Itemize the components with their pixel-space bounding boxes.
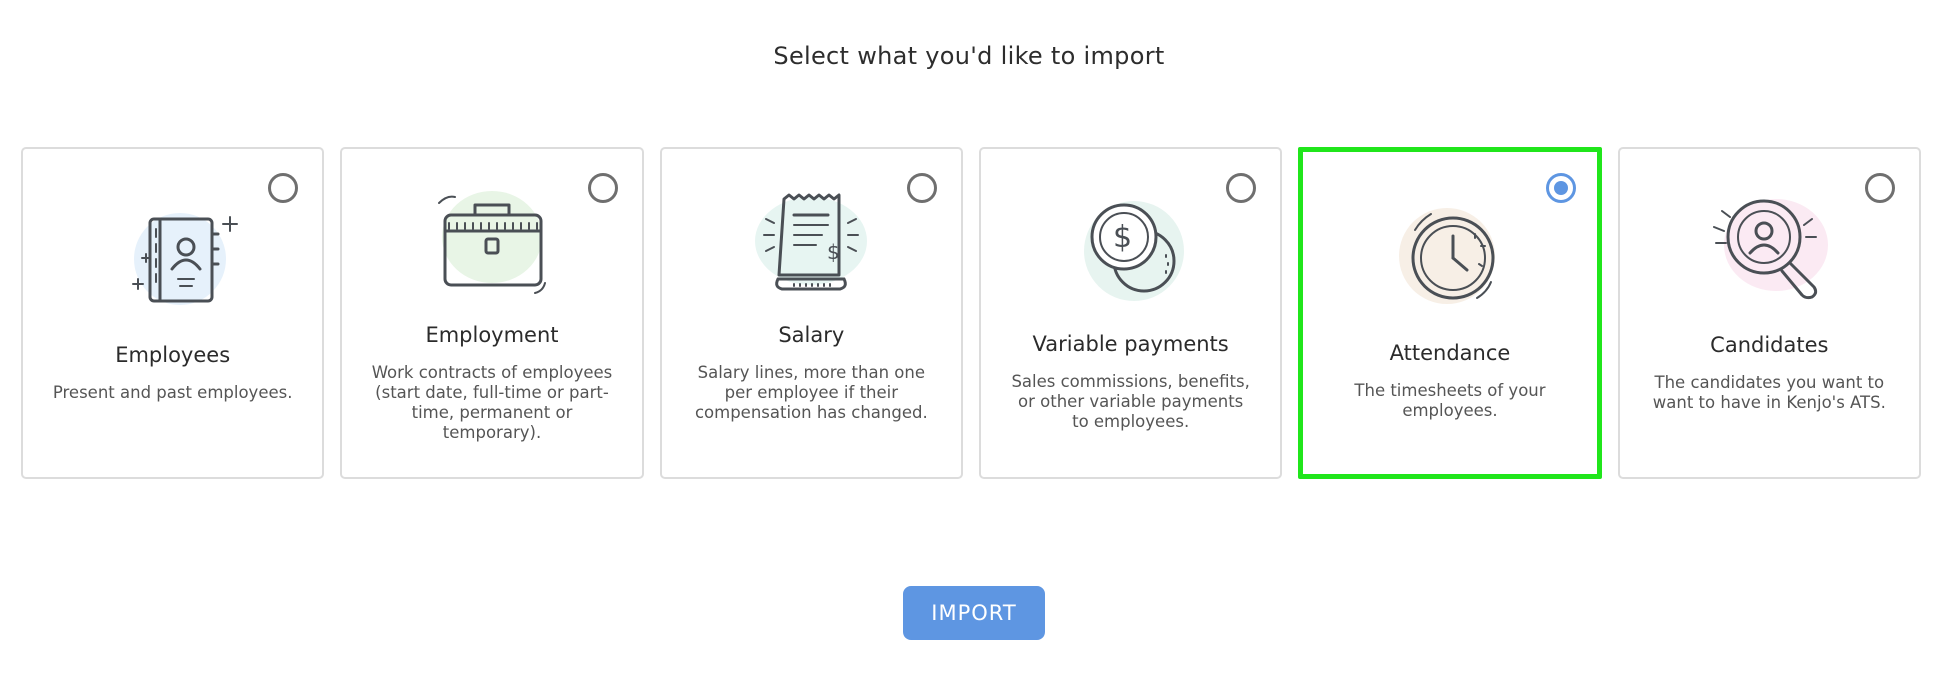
option-title: Candidates: [1710, 333, 1829, 357]
coins-icon: $: [1083, 201, 1184, 301]
radio-salary[interactable]: [906, 173, 937, 203]
option-title: Employees: [115, 343, 231, 367]
option-description: Work contracts of employees (start date,…: [371, 363, 613, 442]
radio-attendance[interactable]: [1545, 173, 1576, 203]
magnifier-user-icon: [1713, 199, 1829, 300]
radio-variable-payments[interactable]: [1226, 173, 1257, 203]
option-description: The timesheets of your employees.: [1354, 381, 1546, 420]
option-description: The candidates you want to want to have …: [1652, 373, 1886, 412]
import-page: Select what you'd like to import Employe…: [0, 0, 1938, 674]
svg-text:$: $: [1113, 220, 1132, 255]
option-title: Attendance: [1389, 341, 1511, 365]
option-card-salary[interactable]: $ Salary Salary lines, more than one per…: [659, 147, 963, 479]
radio-candidates[interactable]: [1864, 173, 1895, 203]
radio-employment[interactable]: [587, 173, 618, 203]
clock-icon: [1398, 208, 1495, 304]
option-description: Salary lines, more than one per employee…: [694, 363, 928, 422]
option-title: Variable payments: [1032, 332, 1229, 356]
svg-text:$: $: [827, 240, 840, 264]
briefcase-icon: [437, 191, 546, 294]
option-card-candidates[interactable]: Candidates The candidates you want to wa…: [1617, 147, 1921, 479]
receipt-icon: $: [755, 193, 868, 291]
option-card-employment[interactable]: Employment Work contracts of employees (…: [340, 147, 644, 479]
option-card-attendance[interactable]: Attendance The timesheets of your employ…: [1298, 147, 1602, 479]
option-title: Employment: [425, 323, 559, 347]
option-card-employees[interactable]: Employees Present and past employees.: [21, 147, 325, 479]
address-book-icon: [131, 213, 238, 305]
option-title: Salary: [778, 323, 845, 347]
radio-employees[interactable]: [268, 173, 299, 203]
option-description: Sales commissions, benefits, or other va…: [1011, 372, 1250, 431]
import-options: Employees Present and past employees. Em…: [21, 147, 1921, 479]
option-card-variable-payments[interactable]: $ Variable payments Sales commissions, b…: [978, 147, 1283, 479]
option-description: Present and past employees.: [52, 383, 293, 402]
page-title: Select what you'd like to import: [773, 42, 1165, 70]
import-button[interactable]: IMPORT: [903, 586, 1045, 640]
